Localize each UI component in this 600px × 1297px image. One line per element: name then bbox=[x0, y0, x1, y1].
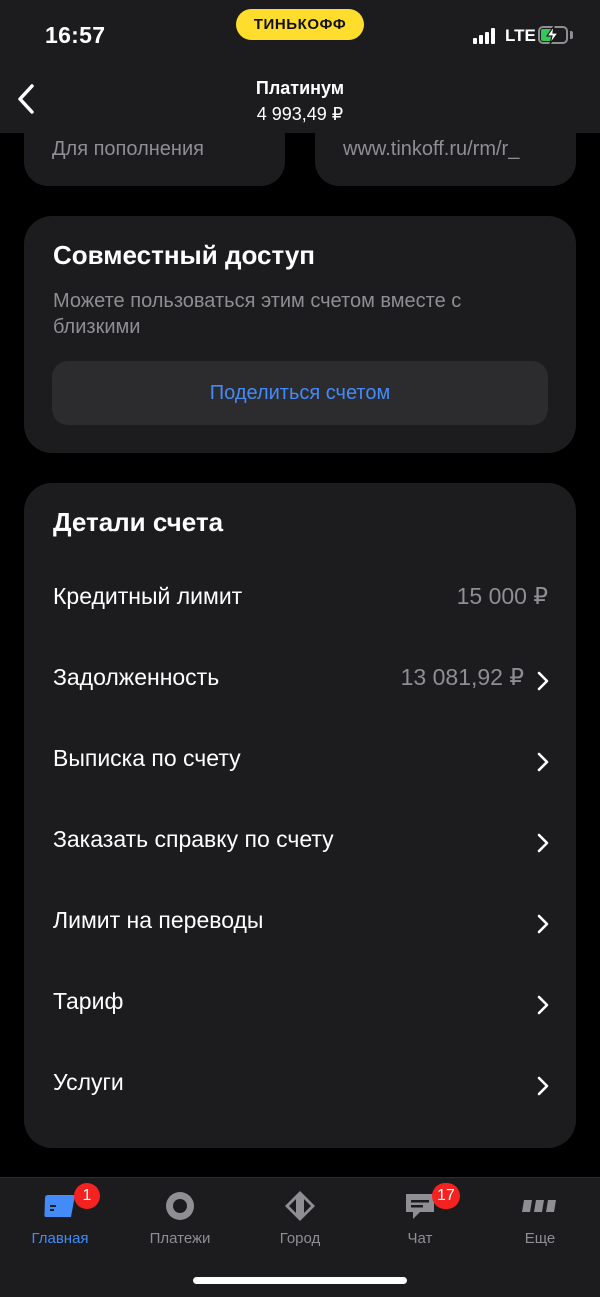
detail-row[interactable]: Заказать справку по счету bbox=[24, 802, 576, 883]
home-badge: 1 bbox=[74, 1183, 100, 1209]
account-details-title: Детали счета bbox=[53, 507, 224, 537]
share-account-button[interactable]: Поделиться счетом bbox=[52, 361, 548, 425]
payment-link-text: www.tinkoff.ru/rm/r_ bbox=[343, 138, 520, 160]
chevron-right-icon bbox=[537, 1076, 549, 1096]
tab-more-label: Еще bbox=[524, 1230, 556, 1247]
shared-access-description: Можете пользоваться этим счетом вместе с… bbox=[53, 290, 462, 338]
detail-row[interactable]: Выписка по счету bbox=[24, 721, 576, 802]
tab-chat-label: Чат bbox=[407, 1230, 433, 1247]
network-type: LTE bbox=[505, 26, 536, 45]
detail-row-value: 15 000 ₽ bbox=[456, 583, 548, 609]
chevron-right-icon bbox=[537, 914, 549, 934]
status-bar: 16:57 ТИНЬКОФФ LTE bbox=[0, 0, 600, 70]
tab-payments[interactable]: Платежи bbox=[120, 1178, 240, 1268]
detail-row-label: Задолженность bbox=[53, 664, 220, 690]
chevron-right-icon bbox=[537, 833, 549, 853]
chat-badge: 17 bbox=[432, 1183, 460, 1209]
shared-access-card: Совместный доступ Можете пользоваться эт… bbox=[24, 216, 576, 453]
charging-bolt-icon bbox=[545, 25, 560, 45]
battery-tip bbox=[570, 31, 573, 39]
home-card-icon bbox=[44, 1195, 75, 1217]
page-title: Платинум bbox=[255, 78, 345, 98]
detail-row-label: Тариф bbox=[53, 988, 124, 1014]
detail-row-label: Выписка по счету bbox=[53, 745, 241, 771]
nav-header: Платинум 4 993,49 ₽ bbox=[0, 70, 600, 133]
payments-circle-icon bbox=[166, 1192, 194, 1220]
account-balance: 4 993,49 ₽ bbox=[256, 104, 344, 124]
detail-row-label: Кредитный лимит bbox=[53, 583, 243, 609]
brand-logo: ТИНЬКОФФ bbox=[236, 9, 364, 40]
detail-row-label: Заказать справку по счету bbox=[53, 826, 334, 852]
detail-row-label: Лимит на переводы bbox=[53, 907, 264, 933]
detail-row-label: Услуги bbox=[53, 1069, 124, 1095]
tab-city-label: Город bbox=[279, 1230, 321, 1247]
status-time: 16:57 bbox=[45, 22, 106, 48]
signal-icon bbox=[473, 28, 499, 44]
shared-access-title: Совместный доступ bbox=[53, 240, 316, 270]
detail-row[interactable]: Лимит на переводы bbox=[24, 883, 576, 964]
tab-more[interactable]: Еще bbox=[480, 1178, 600, 1268]
detail-row-value: 13 081,92 ₽ bbox=[400, 664, 524, 690]
account-details-card: Детали счета Кредитный лимит 15 000 ₽ Задо… bbox=[24, 483, 576, 1148]
chevron-right-icon bbox=[537, 752, 549, 772]
detail-row[interactable]: Кредитный лимит 15 000 ₽ bbox=[24, 559, 576, 640]
home-indicator[interactable] bbox=[193, 1277, 407, 1284]
tab-city[interactable]: Город bbox=[240, 1178, 360, 1268]
tab-home-label: Главная bbox=[31, 1230, 89, 1247]
top-up-card-label: Для пополнения bbox=[52, 138, 204, 160]
more-dots-icon bbox=[522, 1200, 556, 1212]
tab-chat[interactable]: 17 Чат bbox=[360, 1178, 480, 1268]
tab-payments-label: Платежи bbox=[149, 1230, 211, 1247]
account-screen: Для пополнения www.tinkoff.ru/rm/r_ 16:5… bbox=[0, 0, 600, 1297]
detail-row[interactable]: Тариф bbox=[24, 964, 576, 1045]
detail-row[interactable]: Услуги bbox=[24, 1045, 576, 1126]
detail-row[interactable]: Задолженность 13 081,92 ₽ bbox=[24, 640, 576, 721]
chevron-right-icon bbox=[537, 995, 549, 1015]
city-diamond-icon bbox=[285, 1191, 315, 1221]
tab-home[interactable]: 1 Главная bbox=[0, 1178, 120, 1268]
chevron-right-icon bbox=[537, 671, 549, 691]
